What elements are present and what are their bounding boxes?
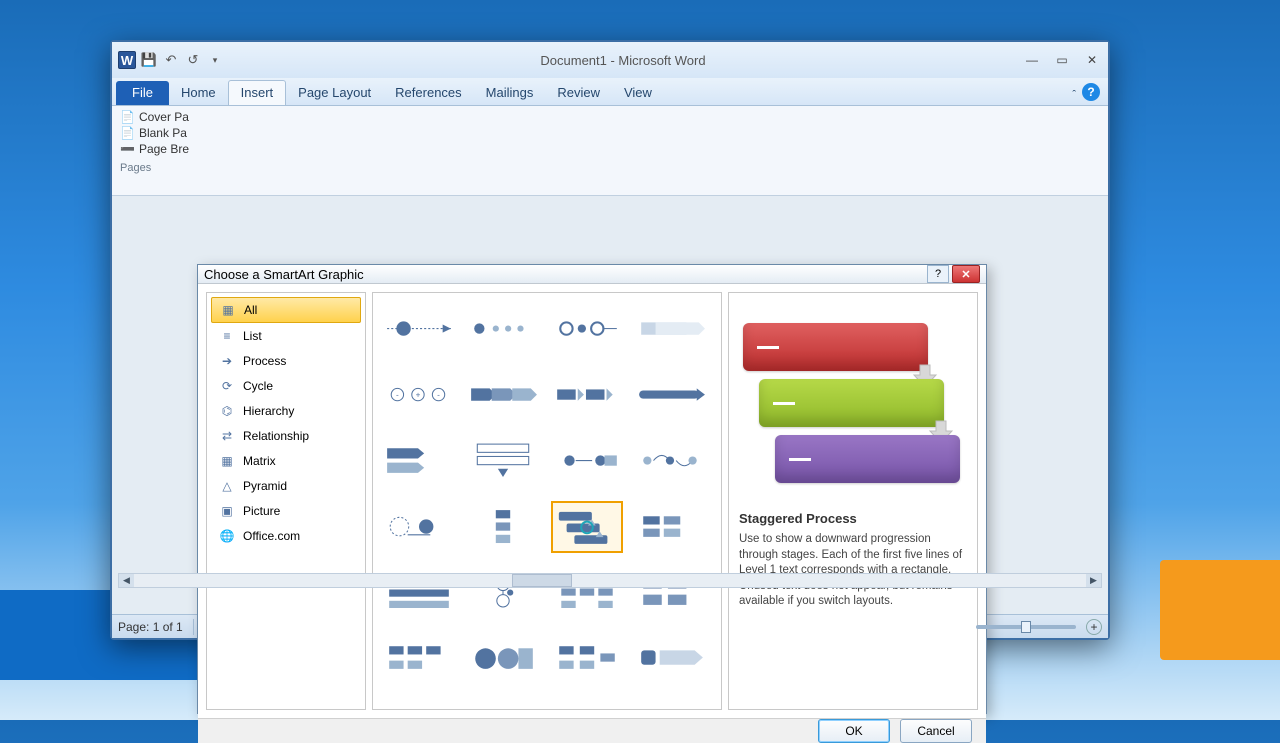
zoom-slider[interactable] [976, 625, 1076, 629]
layout-thumb[interactable] [551, 303, 623, 355]
smartart-dialog: Choose a SmartArt Graphic ? ✕ ▦All ≡List… [197, 264, 987, 714]
document-area: Choose a SmartArt Graphic ? ✕ ▦All ≡List… [112, 196, 1108, 614]
group-label-pages: Pages [120, 162, 200, 174]
page-break-button[interactable]: ➖ Page Bre [120, 142, 1100, 156]
tab-review[interactable]: Review [545, 81, 612, 105]
category-all[interactable]: ▦All [211, 297, 361, 323]
list-icon: ≡ [219, 329, 235, 343]
hierarchy-icon: ⌬ [219, 404, 235, 418]
undo-icon[interactable]: ↶ [162, 51, 180, 69]
category-officecom[interactable]: 🌐Office.com [211, 524, 361, 548]
save-icon[interactable]: 💾 [140, 51, 158, 69]
tab-references[interactable]: References [383, 81, 473, 105]
category-cycle[interactable]: ⟳Cycle [211, 374, 361, 398]
layout-thumb[interactable] [383, 633, 455, 685]
svg-text:+: + [416, 391, 421, 400]
layout-thumb[interactable] [383, 435, 455, 487]
category-picture[interactable]: ▣Picture [211, 499, 361, 523]
qat-dropdown-icon[interactable]: ▾ [206, 51, 224, 69]
layout-thumb[interactable] [467, 633, 539, 685]
tab-file[interactable]: File [116, 81, 169, 105]
layout-thumb[interactable] [635, 303, 707, 355]
preview-step-1 [743, 323, 928, 371]
window-title: Document1 - Microsoft Word [224, 53, 1022, 68]
category-process[interactable]: ➔Process [211, 349, 361, 373]
titlebar: W 💾 ↶ ↺ ▾ Document1 - Microsoft Word — ▭… [112, 42, 1108, 78]
ok-button[interactable]: OK [818, 719, 890, 743]
tab-mailings[interactable]: Mailings [474, 81, 546, 105]
quick-access-toolbar: W 💾 ↶ ↺ ▾ [118, 51, 224, 69]
preview-step-2 [759, 379, 944, 427]
cycle-icon: ⟳ [219, 379, 235, 393]
layout-thumb[interactable] [467, 369, 539, 421]
preview-pane: Staggered Process Use to show a downward… [728, 292, 978, 710]
zoom-in-button[interactable]: + [1086, 619, 1102, 635]
dialog-title: Choose a SmartArt Graphic [204, 267, 924, 282]
scroll-right-icon[interactable]: ▶ [1086, 574, 1101, 587]
cancel-button[interactable]: Cancel [900, 719, 972, 743]
layout-thumb[interactable] [635, 435, 707, 487]
tab-page-layout[interactable]: Page Layout [286, 81, 383, 105]
tab-home[interactable]: Home [169, 81, 228, 105]
maximize-button[interactable]: ▭ [1052, 52, 1072, 68]
tab-view[interactable]: View [612, 81, 664, 105]
minimize-button[interactable]: — [1022, 52, 1042, 68]
redo-icon[interactable]: ↺ [184, 51, 202, 69]
ribbon-body: 📄 Cover Pa 📄 Blank Pa ➖ Page Bre Pages [112, 106, 1108, 196]
layout-thumb[interactable] [383, 303, 455, 355]
layout-thumb[interactable] [551, 435, 623, 487]
matrix-icon: ▦ [219, 454, 235, 468]
layout-thumb[interactable]: - + - [383, 369, 455, 421]
preview-title: Staggered Process [739, 511, 967, 526]
category-relationship[interactable]: ⇄Relationship [211, 424, 361, 448]
word-icon: W [118, 51, 136, 69]
preview-step-3 [775, 435, 960, 483]
horizontal-scrollbar[interactable]: ◀ ▶ [118, 573, 1102, 588]
layout-thumb[interactable] [467, 435, 539, 487]
category-hierarchy[interactable]: ⌬Hierarchy [211, 399, 361, 423]
word-window: W 💾 ↶ ↺ ▾ Document1 - Microsoft Word — ▭… [110, 40, 1110, 640]
dialog-close-button[interactable]: ✕ [952, 265, 980, 283]
category-pyramid[interactable]: △Pyramid [211, 474, 361, 498]
scroll-thumb[interactable] [512, 574, 572, 587]
category-matrix[interactable]: ▦Matrix [211, 449, 361, 473]
dialog-titlebar: Choose a SmartArt Graphic ? ✕ [198, 265, 986, 284]
layout-thumb[interactable] [635, 369, 707, 421]
category-list: ▦All ≡List ➔Process ⟳Cycle ⌬Hierarchy ⇄R… [206, 292, 366, 710]
layout-thumb[interactable] [383, 501, 455, 553]
ribbon-tabs: File Home Insert Page Layout References … [112, 78, 1108, 106]
help-icon[interactable]: ? [1082, 83, 1100, 101]
category-list[interactable]: ≡List [211, 324, 361, 348]
tab-insert[interactable]: Insert [228, 80, 287, 105]
svg-text:-: - [396, 391, 399, 400]
preview-image [739, 303, 967, 503]
dialog-help-button[interactable]: ? [927, 265, 949, 283]
blank-page-button[interactable]: 📄 Blank Pa [120, 126, 1100, 140]
layout-thumb[interactable] [551, 369, 623, 421]
desktop-decoration [1160, 560, 1280, 660]
process-icon: ➔ [219, 354, 235, 368]
layout-thumb[interactable] [551, 633, 623, 685]
layout-thumb[interactable] [467, 303, 539, 355]
all-icon: ▦ [220, 303, 236, 317]
relationship-icon: ⇄ [219, 429, 235, 443]
cover-page-button[interactable]: 📄 Cover Pa [120, 110, 1100, 124]
layout-thumb[interactable] [467, 501, 539, 553]
layout-thumb[interactable] [635, 633, 707, 685]
pyramid-icon: △ [219, 479, 235, 493]
svg-text:-: - [437, 391, 440, 400]
dialog-buttons: OK Cancel [198, 718, 986, 743]
close-button[interactable]: ✕ [1082, 52, 1102, 68]
status-page[interactable]: Page: 1 of 1 [118, 619, 194, 635]
scroll-left-icon[interactable]: ◀ [119, 574, 134, 587]
ribbon-collapse-icon[interactable]: ˆ [1072, 89, 1076, 101]
layout-thumb[interactable] [635, 501, 707, 553]
globe-icon: 🌐 [219, 529, 235, 543]
preview-description: Use to show a downward progression throu… [739, 532, 967, 610]
layout-gallery[interactable]: - + - [372, 292, 722, 710]
picture-icon: ▣ [219, 504, 235, 518]
layout-thumb-selected[interactable] [551, 501, 623, 553]
